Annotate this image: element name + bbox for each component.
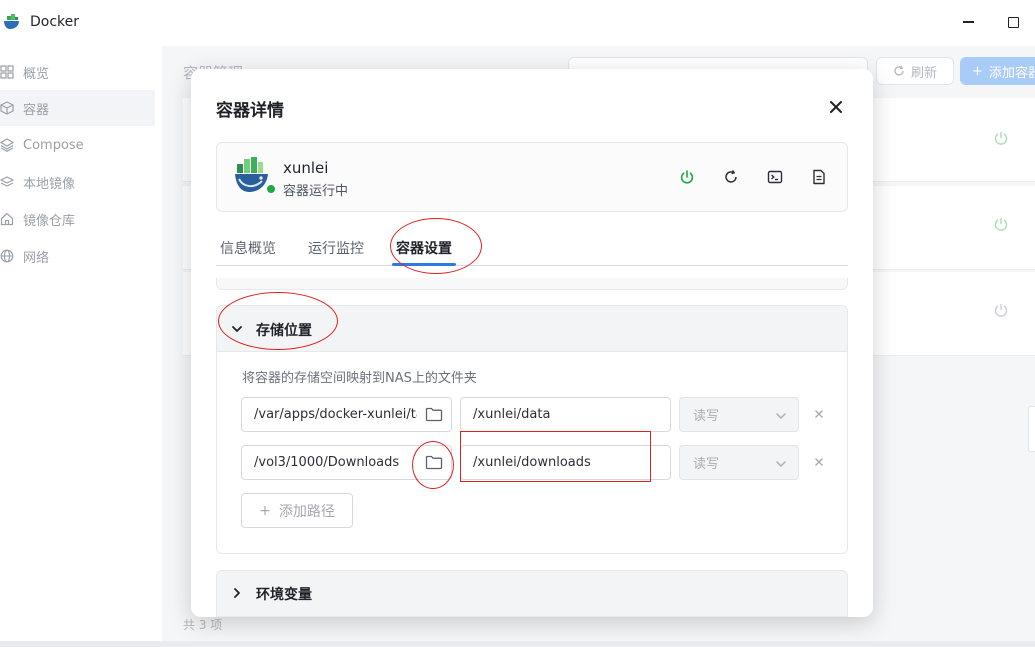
close-button[interactable] — [825, 96, 847, 118]
restart-button[interactable] — [720, 166, 742, 188]
env-section-header[interactable]: 环境变量 — [216, 570, 848, 617]
env-section-title: 环境变量 — [256, 587, 312, 603]
remove-mapping-button[interactable] — [811, 406, 827, 422]
minimize-icon — [962, 21, 974, 23]
add-container-button[interactable]: + 添加容器 — [960, 57, 1035, 85]
host-path-field[interactable]: /var/apps/docker-xunlei/target/data — [241, 397, 452, 432]
add-container-label: 添加容器 — [988, 65, 1035, 81]
refresh-button[interactable]: 刷新 — [876, 57, 954, 85]
sidebar-item-network[interactable]: 网络 — [0, 238, 155, 274]
tab-monitoring[interactable]: 运行监控 — [308, 238, 364, 266]
storage-description: 将容器的存储空间映射到NAS上的文件夹 — [242, 371, 477, 386]
chevron-down-icon — [776, 413, 786, 420]
container-detail-dialog: 容器详情 xunlei 容器运行中 信息概览 运行监控 容器设置 存储位置 将容… — [191, 69, 873, 617]
globe-icon — [0, 249, 14, 263]
previous-section-edge — [216, 278, 848, 290]
chevron-down-icon — [776, 461, 786, 468]
title-bar: Docker — [0, 0, 1035, 46]
power-button[interactable] — [676, 166, 698, 188]
dialog-title: 容器详情 — [216, 101, 284, 121]
folder-icon — [425, 407, 443, 422]
add-path-button[interactable]: + 添加路径 — [241, 493, 353, 528]
host-path-field[interactable]: /vol3/1000/Downloads — [241, 445, 452, 480]
maximize-button[interactable] — [1003, 12, 1023, 32]
tab-overview[interactable]: 信息概览 — [220, 238, 276, 266]
maximize-icon — [1007, 16, 1019, 28]
browse-folder-button[interactable] — [417, 446, 451, 479]
sidebar-item-containers[interactable]: 容器 — [0, 90, 155, 126]
chevron-right-icon — [234, 588, 240, 598]
container-name: xunlei — [283, 159, 329, 177]
close-icon — [815, 410, 823, 418]
logs-button[interactable] — [808, 166, 830, 188]
plus-icon: + — [972, 63, 983, 79]
sidebar: 概览 容器 Compose 本地镜像 镜像仓库 网络 — [0, 46, 162, 647]
layers-icon — [0, 138, 14, 152]
sidebar-item-label: 网络 — [23, 250, 50, 266]
storage-section-title: 存储位置 — [256, 323, 312, 339]
horizontal-scrollbar[interactable] — [0, 641, 1035, 647]
refresh-icon — [894, 65, 904, 76]
sidebar-item-label: 容器 — [23, 102, 50, 118]
side-drawer-handle[interactable] — [1028, 406, 1035, 452]
sidebar-item-registry[interactable]: 镜像仓库 — [0, 201, 155, 237]
image-layers-icon — [0, 175, 14, 189]
container-path-field[interactable]: /xunlei/data — [460, 397, 671, 432]
house-icon — [0, 212, 14, 226]
host-path-value: /vol3/1000/Downloads — [254, 455, 400, 470]
power-icon[interactable] — [993, 302, 1009, 318]
folder-icon — [425, 455, 443, 470]
item-count: 共 3 项 — [183, 618, 223, 632]
power-icon — [680, 170, 694, 184]
add-path-label: 添加路径 — [278, 503, 335, 520]
storage-section: 存储位置 将容器的存储空间映射到NAS上的文件夹 /var/apps/docke… — [216, 305, 848, 554]
mount-mode-select[interactable]: 读写 — [679, 445, 799, 480]
container-status: 容器运行中 — [283, 184, 349, 199]
restart-icon — [725, 170, 737, 183]
browse-folder-button[interactable] — [417, 398, 451, 431]
sidebar-item-overview[interactable]: 概览 — [0, 54, 155, 90]
mount-mode-value: 读写 — [693, 409, 720, 424]
container-path-value: /xunlei/downloads — [473, 455, 591, 470]
grid-icon — [0, 65, 14, 79]
container-path-field[interactable]: /xunlei/downloads — [460, 445, 671, 480]
running-status-dot — [265, 183, 277, 195]
terminal-icon — [767, 170, 783, 184]
container-path-value: /xunlei/data — [473, 407, 551, 422]
active-tab-indicator — [392, 263, 456, 266]
sidebar-item-local-images[interactable]: 本地镜像 — [0, 164, 155, 200]
sidebar-item-compose[interactable]: Compose — [0, 127, 155, 163]
plus-icon: + — [259, 502, 271, 519]
minimize-button[interactable] — [958, 12, 978, 32]
sidebar-item-label: 概览 — [23, 66, 50, 82]
sidebar-item-label: Compose — [23, 137, 84, 153]
tab-settings[interactable]: 容器设置 — [396, 238, 452, 266]
chevron-down-icon — [232, 326, 242, 332]
refresh-label: 刷新 — [910, 65, 937, 81]
mount-mode-select[interactable]: 读写 — [679, 397, 799, 432]
document-icon — [813, 169, 825, 185]
remove-mapping-button[interactable] — [811, 454, 827, 470]
close-icon — [830, 101, 842, 113]
container-summary-card: xunlei 容器运行中 — [216, 142, 848, 212]
docker-whale-icon — [4, 14, 19, 29]
storage-section-header[interactable]: 存储位置 — [217, 306, 847, 352]
power-icon[interactable] — [993, 216, 1009, 232]
sidebar-item-label: 本地镜像 — [23, 176, 76, 192]
close-icon — [815, 458, 823, 466]
power-icon[interactable] — [993, 130, 1009, 146]
terminal-button[interactable] — [764, 166, 786, 188]
mount-mode-value: 读写 — [693, 457, 720, 472]
app-title: Docker — [30, 14, 80, 30]
sidebar-item-label: 镜像仓库 — [23, 213, 76, 229]
cube-icon — [0, 101, 14, 115]
detail-tabs: 信息概览 运行监控 容器设置 — [216, 237, 848, 266]
